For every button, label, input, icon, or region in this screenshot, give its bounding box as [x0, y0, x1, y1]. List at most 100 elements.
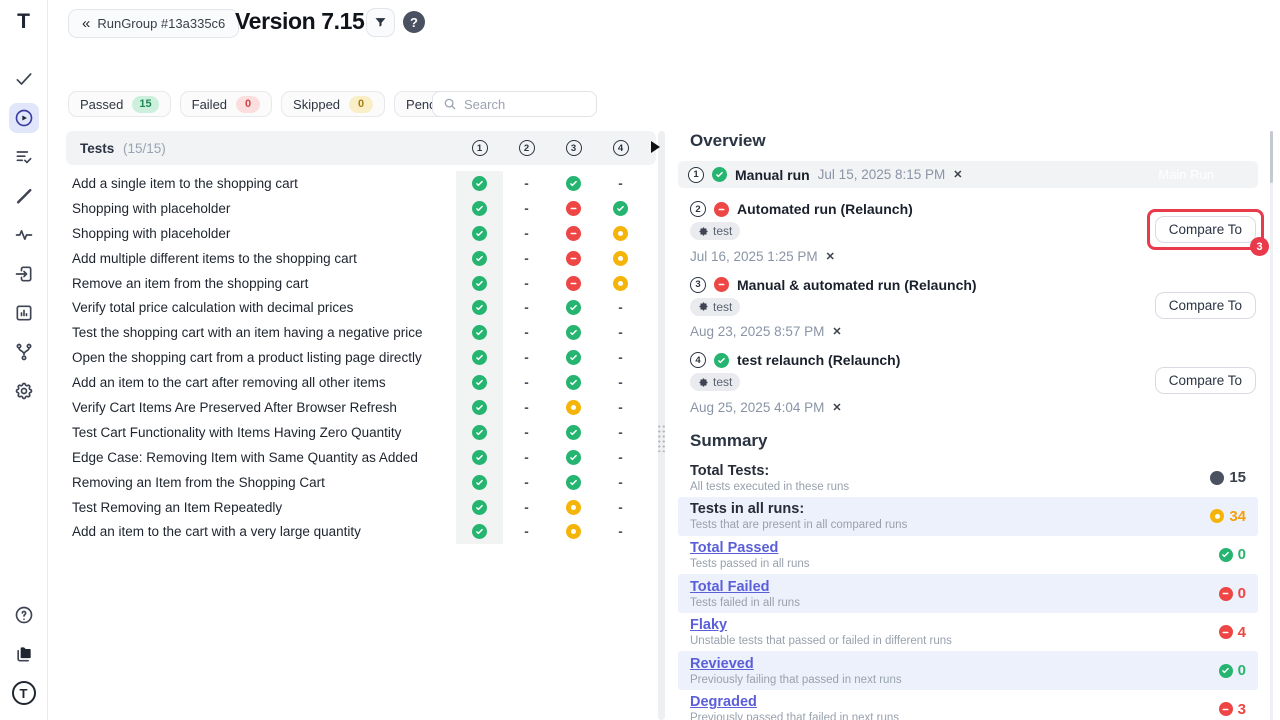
- test-row[interactable]: Test Cart Functionality with Items Havin…: [66, 420, 656, 445]
- no-result-mark: -: [524, 325, 529, 340]
- test-row[interactable]: Add an item to the cart with a very larg…: [66, 519, 656, 544]
- passed-status-icon: [714, 353, 729, 368]
- no-result-mark: -: [618, 475, 623, 490]
- help-button[interactable]: ?: [403, 11, 425, 33]
- collapse-panel-arrow-icon[interactable]: [651, 141, 660, 153]
- summary-count: 0: [1238, 662, 1246, 679]
- chip-label: Failed: [192, 97, 227, 112]
- summary-link[interactable]: Total Passed: [690, 540, 810, 556]
- steps-icon: [14, 186, 34, 206]
- test-row[interactable]: Test the shopping cart with an item havi…: [66, 320, 656, 345]
- import-icon: [14, 264, 34, 284]
- sidebar-item-gear[interactable]: [9, 376, 39, 406]
- test-row[interactable]: Verify total price calculation with deci…: [66, 295, 656, 320]
- test-status-cell: [550, 221, 597, 246]
- compare-to-button[interactable]: Compare To: [1155, 367, 1256, 394]
- main-run-row[interactable]: 1 Manual run Jul 15, 2025 8:15 PM ✕ Main…: [678, 161, 1258, 188]
- test-row[interactable]: Add an item to the cart after removing a…: [66, 370, 656, 395]
- test-status-cell: [456, 196, 503, 221]
- remove-run-icon[interactable]: ✕: [826, 250, 835, 263]
- remove-run-icon[interactable]: ✕: [832, 325, 841, 338]
- test-status-cell: -: [597, 171, 644, 196]
- summary-count: 15: [1229, 469, 1246, 486]
- sidebar-item-steps[interactable]: [9, 181, 39, 211]
- sidebar-item-import[interactable]: [9, 259, 39, 289]
- rungroup-back-button[interactable]: « RunGroup #13a335c6: [68, 9, 239, 38]
- failed-status-icon: [714, 277, 729, 292]
- sidebar-item-pulse[interactable]: [9, 220, 39, 250]
- test-row[interactable]: Shopping with placeholder-: [66, 221, 656, 246]
- summary-link[interactable]: Degraded: [690, 694, 899, 710]
- sidebar-item-folders[interactable]: [9, 639, 39, 669]
- test-row[interactable]: Shopping with placeholder-: [66, 196, 656, 221]
- test-status-cell: -: [503, 519, 550, 544]
- test-row[interactable]: Open the shopping cart from a product li…: [66, 345, 656, 370]
- summary-heading: Summary: [678, 431, 1258, 451]
- sidebar-item-branch[interactable]: [9, 337, 39, 367]
- chip-label: Skipped: [293, 97, 340, 112]
- filter-chip-failed[interactable]: Failed0: [180, 91, 272, 117]
- test-row[interactable]: Removing an Item from the Shopping Cart-…: [66, 470, 656, 495]
- test-name: Test Cart Functionality with Items Havin…: [66, 425, 456, 440]
- no-result-mark: -: [524, 176, 529, 191]
- sidebar-item-help-circle[interactable]: [9, 600, 39, 630]
- sidebar-item-chart-box[interactable]: [9, 298, 39, 328]
- sidebar-item-play-circle[interactable]: [9, 103, 39, 133]
- check-icon: [14, 69, 34, 89]
- remove-run-icon[interactable]: ✕: [953, 168, 962, 181]
- filter-chip-skipped[interactable]: Skipped0: [281, 91, 385, 117]
- compare-to-button[interactable]: Compare To: [1155, 216, 1256, 243]
- test-row[interactable]: Edge Case: Removing Item with Same Quant…: [66, 445, 656, 470]
- sidebar-item-check[interactable]: [9, 64, 39, 94]
- test-status-cell: -: [503, 295, 550, 320]
- divider-grip-handle[interactable]: [657, 424, 666, 452]
- summary-subtitle: Tests passed in all runs: [690, 558, 810, 570]
- search-box[interactable]: [432, 91, 597, 117]
- search-input[interactable]: [464, 97, 584, 112]
- no-result-mark: -: [524, 201, 529, 216]
- summary-subtitle: Unstable tests that passed or failed in …: [690, 635, 952, 647]
- test-status-cell: [456, 370, 503, 395]
- right-scrollbar[interactable]: [1270, 131, 1273, 720]
- test-row[interactable]: Test Removing an Item Repeatedly--: [66, 495, 656, 520]
- run-tag[interactable]: test: [690, 298, 740, 316]
- run-column-4: 4: [613, 140, 629, 156]
- skipped-status-icon: [613, 226, 628, 241]
- passed-status-icon: [472, 400, 487, 415]
- passed-status-icon: [566, 375, 581, 390]
- no-result-mark: -: [524, 524, 529, 539]
- page-title: Version 7.15: [235, 8, 364, 35]
- failed-status-icon: [566, 226, 581, 241]
- run-tag-label: test: [713, 375, 732, 389]
- test-status-cell: [597, 271, 644, 296]
- test-row[interactable]: Add a single item to the shopping cart--: [66, 171, 656, 196]
- run-tag[interactable]: test: [690, 222, 740, 240]
- test-row[interactable]: Remove an item from the shopping cart-: [66, 271, 656, 296]
- no-result-mark: -: [524, 425, 529, 440]
- sidebar-item-list-check[interactable]: [9, 142, 39, 172]
- test-status-cell: [456, 320, 503, 345]
- test-status-cell: -: [597, 395, 644, 420]
- run-index-badge: 4: [690, 352, 706, 368]
- remove-run-icon[interactable]: ✕: [832, 401, 841, 414]
- scrollbar-thumb[interactable]: [1270, 131, 1273, 183]
- test-status-cell: -: [503, 370, 550, 395]
- test-row[interactable]: Verify Cart Items Are Preserved After Br…: [66, 395, 656, 420]
- summary-value: 0: [1219, 546, 1246, 563]
- summary-link[interactable]: Total Failed: [690, 579, 800, 595]
- chip-label: Passed: [80, 97, 123, 112]
- test-status-cell: [550, 246, 597, 271]
- search-icon: [443, 97, 457, 111]
- run-tag[interactable]: test: [690, 373, 740, 391]
- summary-link[interactable]: Revieved: [690, 656, 902, 672]
- sidebar-item-logo-circle[interactable]: T: [9, 678, 39, 708]
- test-row[interactable]: Add multiple different items to the shop…: [66, 246, 656, 271]
- compare-to-button[interactable]: Compare To: [1155, 292, 1256, 319]
- summary-link[interactable]: Flaky: [690, 617, 952, 633]
- no-result-mark: -: [618, 325, 623, 340]
- filter-button[interactable]: [366, 8, 395, 37]
- summary-value: 0: [1219, 585, 1246, 602]
- test-status-cell: [456, 495, 503, 520]
- summary-row: RevievedPreviously failing that passed i…: [678, 651, 1258, 690]
- filter-chip-passed[interactable]: Passed15: [68, 91, 171, 117]
